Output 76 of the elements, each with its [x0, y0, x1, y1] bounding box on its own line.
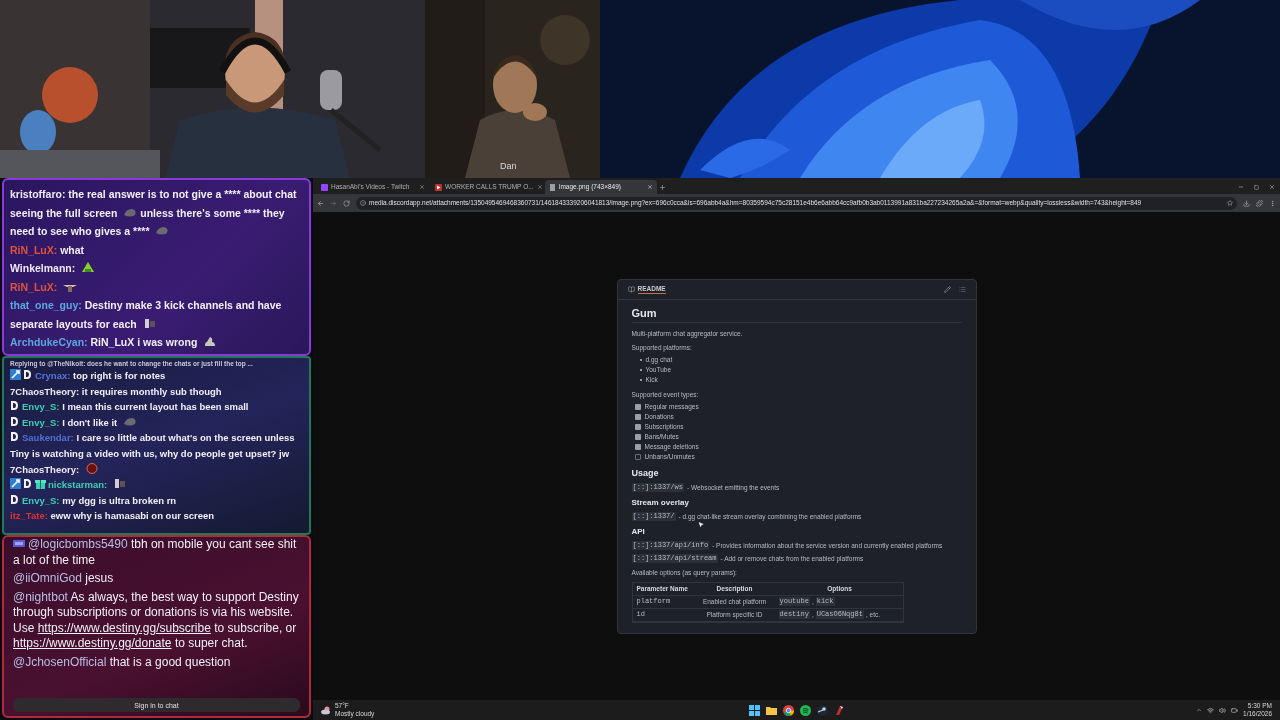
pixel-emote-icon: [112, 478, 127, 490]
sword-badge-icon: [10, 478, 21, 490]
close-icon[interactable]: [536, 184, 543, 190]
folder-icon[interactable]: [765, 704, 777, 716]
chat-message: RiN_LuX: what: [10, 242, 86, 258]
link[interactable]: https://www.destiny.gg/subscribe: [37, 620, 211, 635]
checkbox[interactable]: [634, 443, 641, 450]
checkbox[interactable]: [634, 423, 641, 430]
sword-badge-icon: [10, 369, 21, 380]
reload-icon[interactable]: [343, 199, 350, 207]
rock-emote-icon: [123, 206, 138, 218]
d-badge-icon: [23, 369, 32, 380]
wifi-icon[interactable]: [1207, 706, 1215, 714]
checkbox[interactable]: [634, 453, 641, 460]
tab-favicon-icon: [549, 183, 556, 191]
section-heading: Stream overlay: [631, 496, 690, 508]
d-badge-icon: [10, 431, 19, 443]
site-info-icon: [360, 200, 366, 206]
tab-favicon-icon: [321, 183, 328, 191]
d-badge-icon: [23, 478, 32, 490]
tray-expand-icon[interactable]: [1196, 707, 1203, 713]
d-badge-icon: [10, 493, 19, 505]
chat-message: Crynax: top right is for notes: [10, 368, 303, 384]
ball-emote-icon: [84, 462, 99, 474]
section-heading: API: [631, 525, 646, 537]
chat-message: Winkelmann:: [10, 259, 303, 278]
pixel-emote-icon: [142, 317, 157, 329]
d-badge-icon: [10, 415, 19, 427]
chat-message: @iiOmniGod jesus: [13, 571, 115, 587]
d-badge-icon: [10, 400, 19, 412]
chat-message: ArchdukeCyan: RiN_LuX i was wrong: [10, 333, 303, 352]
chat-message: nickstarman:: [10, 477, 303, 493]
new-tab-icon[interactable]: [659, 184, 666, 191]
browser-icon[interactable]: [782, 704, 794, 716]
list-icon[interactable]: [958, 285, 966, 293]
extensions-icon[interactable]: [1256, 199, 1263, 207]
chat-message: 7ChaosTheory:: [10, 461, 303, 478]
chat-message: Envy_S: I don't like it: [10, 414, 303, 431]
start-icon[interactable]: [748, 704, 760, 716]
volume-icon[interactable]: [1219, 706, 1227, 714]
close-window-icon[interactable]: [1269, 184, 1275, 190]
chat-message: that_one_guy: Destiny make 3 kick channels and have separate layouts for each: [10, 298, 283, 332]
pile-emote-icon: [203, 336, 218, 347]
download-icon[interactable]: [1243, 199, 1250, 207]
close-icon[interactable]: [419, 184, 425, 190]
bookmark-icon[interactable]: [1227, 200, 1233, 206]
sub-badge-icon: [13, 540, 25, 547]
rock-emote-icon: [122, 415, 137, 427]
checkbox[interactable]: [634, 433, 641, 440]
chat-message: @nightbot As always, the best way to support Destiny through subscriptions or donations is via his website. Use https://www.destiny.gg/subscribe to subscribe, or https://www.destiny.gg/donate to super chat.: [13, 589, 300, 652]
chat-message: Envy_S: my dgg is ultra broken rn: [10, 492, 303, 509]
rock-emote-icon: [155, 225, 170, 236]
edit-icon[interactable]: [943, 285, 951, 293]
back-icon[interactable]: [317, 199, 324, 207]
music-icon[interactable]: [799, 704, 811, 716]
maximize-icon[interactable]: [1254, 184, 1259, 190]
address-bar[interactable]: [356, 196, 1237, 210]
chat-message: RiN_LuX:: [10, 277, 303, 296]
checkbox[interactable]: [634, 413, 641, 420]
book-icon: [627, 285, 635, 293]
tab-favicon-icon: [435, 183, 442, 191]
chat-message: itz_Tate: eww why is hamasabi on our screen: [10, 509, 216, 524]
readme-title: Gum: [631, 305, 962, 323]
chat-message: Saukendar: I care so little about what's on the screen unless Tiny is watching a video with us, why do people get upset? jw: [10, 430, 296, 461]
checkbox[interactable]: [634, 403, 641, 410]
cursor-icon: [697, 520, 704, 528]
weather-icon: [321, 705, 331, 715]
battery-icon[interactable]: [1231, 706, 1239, 714]
link[interactable]: https://www.destiny.gg/donate: [13, 636, 172, 650]
section-heading: Usage: [631, 466, 660, 479]
chat-message: 7ChaosTheory: it requires monthly sub though: [10, 384, 223, 399]
gift-badge-icon: [35, 478, 46, 490]
chat-message: @JchosenOfficial that is a good question: [13, 654, 232, 670]
app-icon[interactable]: [833, 704, 845, 716]
chat-message: Envy_S: I mean this current layout has been small: [10, 399, 303, 415]
tree-emote-icon: [81, 262, 96, 273]
